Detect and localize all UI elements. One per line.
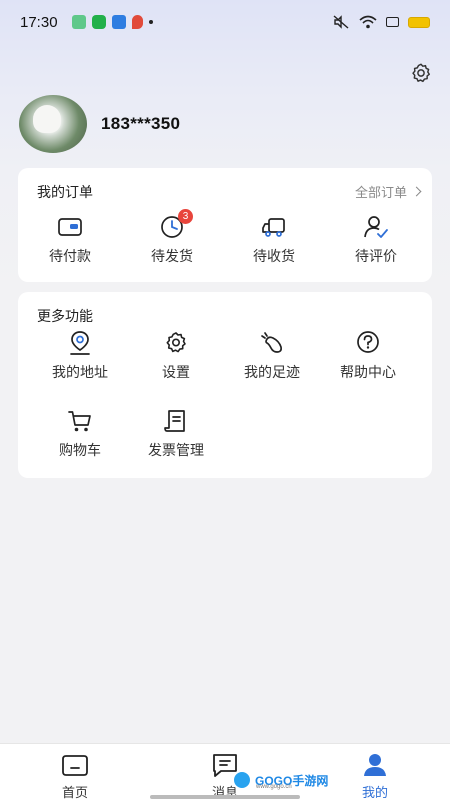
- more-functions-card: 更多功能 我的地址 设置 我的足迹 帮助中心 购物车 发票管理: [18, 292, 432, 478]
- orders-card: 我的订单 全部订单 待付款 3 待发货 待收货 待评价: [18, 168, 432, 282]
- avatar[interactable]: [19, 95, 87, 153]
- wechat-icon: [91, 15, 106, 29]
- status-bar: 17:30: [0, 0, 450, 44]
- order-badge: 3: [178, 209, 193, 224]
- more-item-label: 设置: [162, 365, 190, 381]
- wifi-icon: [359, 15, 377, 29]
- wallet-icon: [58, 218, 82, 236]
- more-title: 更多功能: [37, 309, 93, 325]
- tab-label: 首页: [61, 786, 88, 800]
- home-icon: [62, 755, 88, 776]
- status-time: 17:30: [20, 13, 58, 31]
- profile-icon: [364, 754, 386, 776]
- notification-icons: [71, 15, 153, 29]
- mute-icon: [333, 15, 349, 29]
- tab-profile[interactable]: 我的: [335, 752, 415, 800]
- settings-gear-button[interactable]: [410, 62, 432, 84]
- order-item-label: 待评价: [355, 249, 397, 265]
- order-item-label: 待付款: [49, 249, 91, 265]
- more-item-address[interactable]: 我的地址: [30, 330, 130, 382]
- order-pending-receipt[interactable]: 待收货: [224, 214, 324, 266]
- status-right: [332, 15, 430, 29]
- profile-header[interactable]: 183***350: [19, 95, 180, 153]
- more-item-label: 我的地址: [52, 365, 108, 381]
- invoice-icon: [164, 410, 185, 432]
- cart-icon: [68, 411, 91, 432]
- all-orders-link[interactable]: 全部订单: [354, 182, 422, 201]
- profile-phone: 183***350: [101, 114, 181, 133]
- footprint-icon: [261, 332, 283, 353]
- sim-icon: [386, 17, 399, 27]
- chevron-right-icon: [411, 186, 422, 197]
- order-pending-shipment[interactable]: 3 待发货: [122, 209, 222, 266]
- watermark-logo-icon: [232, 770, 252, 790]
- gear-icon: [166, 332, 186, 353]
- download-icon: [71, 15, 86, 29]
- address-pin-icon: [70, 331, 90, 355]
- order-item-label: 待发货: [151, 249, 193, 265]
- orders-title: 我的订单: [37, 185, 93, 201]
- truck-icon: [262, 218, 285, 237]
- watermark-subtext: www.gogo.cn: [256, 784, 292, 790]
- more-item-settings[interactable]: 设置: [126, 330, 226, 382]
- more-item-label: 发票管理: [148, 443, 204, 459]
- home-indicator[interactable]: [150, 795, 300, 799]
- cloud-icon: [111, 15, 126, 29]
- tab-home[interactable]: 首页: [35, 752, 115, 800]
- more-item-label: 我的足迹: [244, 365, 300, 381]
- order-pending-payment[interactable]: 待付款: [20, 214, 120, 266]
- watermark: GOGO手游网 www.gogo.cn: [232, 769, 328, 791]
- more-item-cart[interactable]: 购物车: [30, 408, 130, 460]
- order-pending-review[interactable]: 待评价: [326, 214, 426, 266]
- more-notifications-dot: [148, 20, 153, 24]
- bottom-tab-bar: 首页 消息 我的: [0, 743, 450, 800]
- more-item-label: 购物车: [59, 443, 101, 459]
- user-check-icon: [364, 216, 388, 238]
- all-orders-label: 全部订单: [354, 186, 407, 201]
- clock-icon-wrap: 3: [159, 209, 193, 240]
- help-icon: [357, 331, 379, 353]
- more-item-footprint[interactable]: 我的足迹: [222, 330, 322, 382]
- more-item-help[interactable]: 帮助中心: [318, 330, 418, 382]
- location-icon: [131, 15, 143, 29]
- order-item-label: 待收货: [253, 249, 295, 265]
- battery-icon: [408, 16, 430, 28]
- more-item-invoice[interactable]: 发票管理: [126, 408, 226, 460]
- more-item-label: 帮助中心: [340, 365, 396, 381]
- tab-label: 我的: [361, 786, 388, 800]
